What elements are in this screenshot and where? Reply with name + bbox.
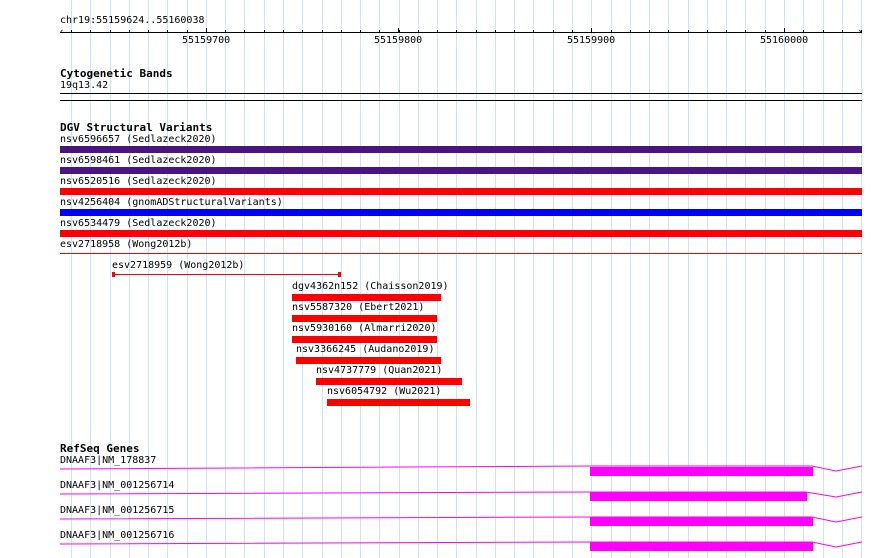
transcript-exon[interactable] [590,467,813,476]
transcript-exon[interactable] [590,542,813,551]
transcript-label: DNAAF3|NM_178837 [60,455,157,466]
transcript-label: DNAAF3|NM_001256716 [60,530,175,541]
transcript-exon[interactable] [590,517,813,526]
transcript-label: DNAAF3|NM_001256715 [60,505,175,516]
transcript-exon[interactable] [590,492,807,501]
transcript-label: DNAAF3|NM_001256714 [60,480,175,491]
genome-browser-view: chr19:55159624..55160038 ‹ › 55159700 55… [0,0,890,558]
